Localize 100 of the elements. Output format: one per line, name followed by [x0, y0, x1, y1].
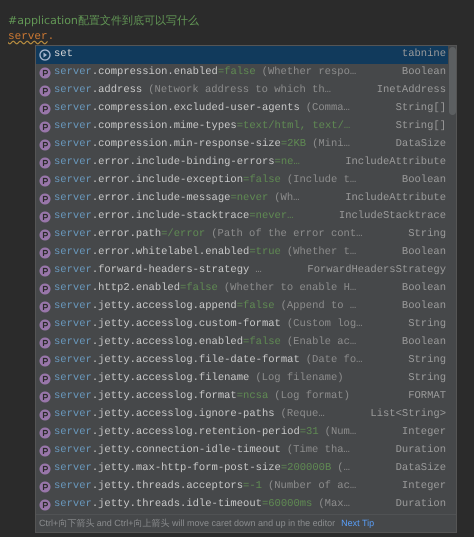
property-description: (Mini…: [312, 137, 350, 152]
next-tip-link[interactable]: Next Tip: [341, 516, 374, 530]
completion-item[interactable]: server.jetty.accesslog.append=false (Append to … Boolean: [36, 298, 448, 316]
completion-item[interactable]: server.jetty.accesslog.custom-format (Custom log… String: [36, 316, 448, 334]
completion-item[interactable]: server.jetty.accesslog.enabled=false (Enable ac… Boolean: [36, 334, 448, 352]
completion-item[interactable]: server.jetty.accesslog.filename (Log filename) String: [36, 370, 448, 388]
default-value: =200000B: [280, 461, 332, 476]
completion-item[interactable]: server.jetty.max-http-form-post-size=200000B (… DataSize: [36, 460, 448, 478]
completion-item[interactable]: server.address (Network address to which th… InetAddress: [36, 82, 448, 100]
property-prefix: server: [54, 209, 92, 224]
completion-item[interactable]: set tabnine: [36, 46, 448, 64]
type-label: String: [408, 317, 446, 332]
property-prefix: server: [54, 497, 92, 512]
completion-item[interactable]: server.error.include-exception=false (Include t… Boolean: [36, 172, 448, 190]
property-icon: [39, 247, 51, 259]
property-description: (Comma…: [306, 101, 350, 116]
completion-item[interactable]: server.jetty.accesslog.file-date-format (Date fo… String: [36, 352, 448, 370]
default-value: =false: [243, 173, 281, 188]
property-prefix: server: [54, 299, 92, 314]
type-label: String[]: [396, 101, 446, 116]
type-label: DataSize: [396, 461, 446, 476]
type-label: ForwardHeadersStrategy: [307, 263, 446, 278]
property-prefix: server: [54, 83, 92, 98]
property-icon: [39, 211, 51, 223]
type-label: FORMAT: [408, 389, 446, 404]
property-prefix: server: [54, 479, 92, 494]
completion-item[interactable]: server.jetty.accesslog.retention-period=31 (Num… Integer: [36, 424, 448, 442]
type-label: Duration: [396, 443, 446, 458]
type-label: Boolean: [402, 65, 446, 80]
property-icon: [39, 67, 51, 79]
property-name: .jetty.accesslog.retention-period: [92, 425, 300, 440]
property-prefix: server: [54, 407, 92, 422]
default-value: =text/html, text/…: [236, 119, 350, 134]
completion-item[interactable]: server.jetty.accesslog.ignore-paths (Reque… List<String>: [36, 406, 448, 424]
completion-item[interactable]: server.compression.mime-types=text/html, text/… String[]: [36, 118, 448, 136]
completion-item[interactable]: server.compression.min-response-size=2KB (Mini… DataSize: [36, 136, 448, 154]
property-description: (Include t…: [286, 173, 356, 188]
default-value: =2KB: [280, 137, 306, 152]
default-value: =false: [180, 281, 218, 296]
property-name: .error.path: [92, 227, 162, 242]
completion-item[interactable]: server.error.include-binding-errors=ne… IncludeAttribute: [36, 154, 448, 172]
property-description: (Time tha…: [286, 443, 350, 458]
code-comment: #application配置文件到底可以写什么: [8, 13, 199, 29]
property-description: (Num…: [324, 425, 356, 440]
property-prefix: server: [54, 137, 92, 152]
property-description: (Log format): [274, 389, 350, 404]
property-prefix: server: [54, 65, 92, 80]
type-label: Boolean: [402, 335, 446, 350]
property-name: .error.include-message: [92, 191, 230, 206]
property-prefix: server: [54, 443, 92, 458]
default-value: =false: [243, 335, 281, 350]
type-label: List<String>: [370, 407, 446, 422]
property-icon: [39, 265, 51, 277]
code-text: .: [48, 30, 54, 45]
type-label: Duration: [396, 497, 446, 512]
property-icon: [39, 481, 51, 493]
type-label: IncludeAttribute: [345, 191, 446, 206]
completion-item[interactable]: server.jetty.connection-idle-timeout (Time tha… Duration: [36, 442, 448, 460]
property-icon: [39, 409, 51, 421]
property-prefix: server: [54, 191, 92, 206]
default-value: =ncsa: [236, 389, 268, 404]
property-name: .jetty.accesslog.file-date-format: [92, 353, 300, 368]
default-value: =false: [218, 65, 256, 80]
default-value: =ne…: [274, 155, 300, 170]
property-icon: [39, 139, 51, 151]
completion-item[interactable]: server.error.whitelabel.enabled=true (Whether t… Boolean: [36, 244, 448, 262]
property-icon: [39, 427, 51, 439]
default-value: =-1: [243, 479, 262, 494]
completion-item[interactable]: server.error.path=/error (Path of the error cont… String: [36, 226, 448, 244]
completion-item[interactable]: server.jetty.threads.acceptors=-1 (Number of ac… Integer: [36, 478, 448, 496]
property-description: (Whether respo…: [262, 65, 356, 80]
completion-item[interactable]: server.compression.excluded-user-agents (Comma… String[]: [36, 100, 448, 118]
property-prefix: server: [54, 101, 92, 116]
property-description: (Date fo…: [306, 353, 362, 368]
completion-item[interactable]: server.jetty.accesslog.format=ncsa (Log format) FORMAT: [36, 388, 448, 406]
completion-item[interactable]: server.error.include-message=never (Wh… IncludeAttribute: [36, 190, 448, 208]
property-description: (Enable ac…: [286, 335, 356, 350]
completion-item[interactable]: server.compression.enabled=false (Whether respo… Boolean: [36, 64, 448, 82]
property-prefix: server: [54, 425, 92, 440]
completion-item[interactable]: server.forward-headers-strategy … ForwardHeadersStrategy: [36, 262, 448, 280]
property-name: .compression.mime-types: [92, 119, 237, 134]
property-prefix: server: [54, 353, 92, 368]
property-icon: [39, 373, 51, 385]
property-icon: [39, 103, 51, 115]
type-label: String: [408, 227, 446, 242]
scrollbar[interactable]: [449, 47, 456, 115]
completion-item[interactable]: server.jetty.threads.idle-timeout=60000ms (Max… Duration: [36, 496, 448, 514]
property-icon: [39, 85, 51, 97]
property-description: (Max…: [318, 497, 350, 512]
property-prefix: server: [54, 371, 92, 386]
type-label: InetAddress: [376, 83, 446, 98]
property-description: (Wh…: [274, 191, 300, 206]
completion-item[interactable]: server.error.include-stacktrace=never… IncludeStacktrace: [36, 208, 448, 226]
completion-item[interactable]: server.http2.enabled=false (Whether to enable H… Boolean: [36, 280, 448, 298]
default-value: =60000ms: [262, 497, 312, 512]
default-value: =31: [300, 425, 319, 440]
property-name: .jetty.threads.acceptors: [92, 479, 244, 494]
type-label: Boolean: [402, 299, 446, 314]
type-label: IncludeStacktrace: [338, 209, 446, 224]
property-name: .compression.enabled: [92, 65, 218, 80]
